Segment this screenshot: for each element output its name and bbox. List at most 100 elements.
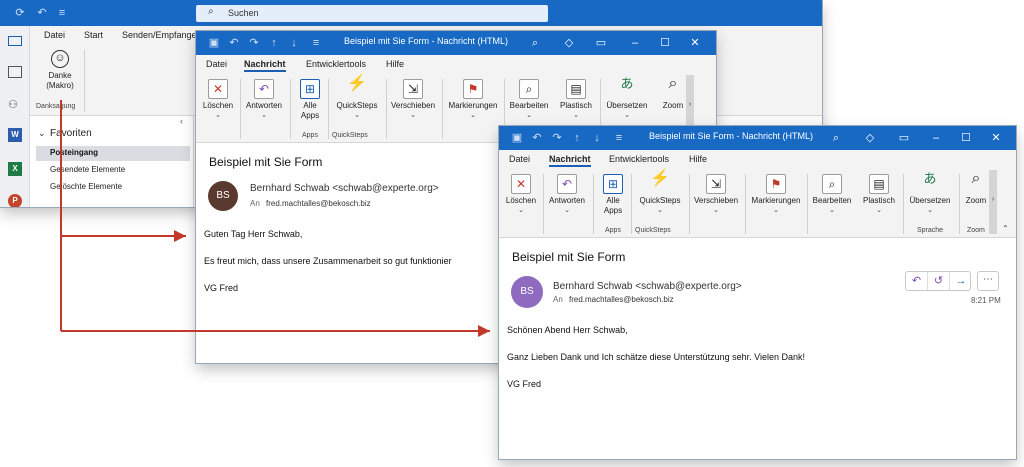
search-icon[interactable]: ⌕ [825,129,847,147]
ribbon-display-icon[interactable]: ▭ [590,34,612,52]
zoom-button[interactable]: ⌕ Zoom [961,171,991,206]
maximize-button[interactable]: ☐ [654,34,676,52]
tab-nachricht[interactable]: Nachricht [549,154,591,167]
up-arrow-icon[interactable]: ↑ [569,130,585,146]
all-apps-button[interactable]: ⊞ Alle Apps [294,79,326,121]
redo-icon[interactable]: ↷ [246,35,262,51]
to-address[interactable]: fred.machtalles@bekosch.biz [569,295,674,304]
tab-hilfe[interactable]: Hilfe [689,154,707,164]
delete-icon: ✕ [208,79,228,99]
immersive-reader-icon: ▤ [869,174,889,194]
all-apps-button[interactable]: ⊞ Alle Apps [597,174,629,216]
to-address[interactable]: fred.machtalles@bekosch.biz [266,199,371,208]
search-box[interactable]: ⌕ Suchen [196,5,548,22]
mail-icon[interactable] [8,36,22,46]
edit-button[interactable]: ⌕ Bearbeiten ⌄ [508,79,550,121]
delete-button[interactable]: ✕ Löschen ⌄ [503,174,539,216]
tab-entwicklertools[interactable]: Entwicklertools [306,59,366,69]
tags-button[interactable]: ⚑ Markierungen ⌄ [446,79,500,121]
tab-datei[interactable]: Datei [44,30,65,40]
tab-entwicklertools[interactable]: Entwicklertools [609,154,669,164]
thanks-macro-button[interactable]: ☺ Danke (Makro) [40,50,80,91]
search-icon[interactable]: ⌕ [524,34,546,52]
lightning-icon: ⚡ [650,170,670,187]
down-arrow-icon[interactable]: ↓ [589,130,605,146]
word-icon[interactable]: W [8,128,22,142]
minimize-button[interactable]: – [624,34,646,52]
sender-name[interactable]: Bernhard Schwab <schwab@experte.org> [553,281,742,292]
reply-icon[interactable]: ↶ [906,272,928,290]
collapse-pane-icon[interactable]: ‹ [180,116,183,126]
tab-start[interactable]: Start [84,30,103,40]
tab-datei[interactable]: Datei [509,154,530,164]
favorites-label[interactable]: Favoriten [50,128,92,139]
tab-hilfe[interactable]: Hilfe [386,59,404,69]
folder-sent[interactable]: Gesendete Elemente [50,165,125,174]
folder-inbox[interactable]: Posteingang [36,146,190,161]
people-icon[interactable]: ⚇ [8,98,18,111]
up-arrow-icon[interactable]: ↑ [266,35,282,51]
powerpoint-icon[interactable]: P [8,194,22,207]
edit-button[interactable]: ⌕ Bearbeiten ⌄ [811,174,853,216]
calendar-icon[interactable] [8,66,22,78]
more-actions-button[interactable]: ⋯ [977,271,999,291]
move-button[interactable]: ⇲ Verschieben ⌄ [693,174,739,216]
respond-button[interactable]: ↶ Antworten ⌄ [545,174,589,216]
front-ribbon: ✕ Löschen ⌄ ↶ Antworten ⌄ ⊞ Alle Apps Apps ⚡ Qu… [499,170,1016,238]
close-button[interactable]: ✕ [985,129,1007,147]
maximize-button[interactable]: ☐ [955,129,977,147]
immersive-button[interactable]: ▤ Plastisch ⌄ [859,174,899,216]
edit-label: Bearbeiten [509,101,549,110]
diamond-icon[interactable]: ◇ [558,34,580,52]
tab-nachricht[interactable]: Nachricht [244,59,286,72]
tags-label: Markierungen [751,196,801,205]
sync-icon[interactable]: ⟳ [12,5,28,21]
translate-button[interactable]: あ Übersetzen ⌄ [604,77,650,121]
reply-icon: ↶ [557,174,577,194]
reply-all-icon[interactable]: ↺ [928,272,950,290]
ribbon-separator [84,50,85,112]
delete-button[interactable]: ✕ Löschen ⌄ [200,79,236,121]
front-titlebar: ▣ ↶ ↷ ↑ ↓ ≡ Beispiel mit Sie Form - Nach… [499,126,1016,150]
down-arrow-icon[interactable]: ↓ [286,35,302,51]
quicksteps-label: QuickSteps [639,196,681,205]
respond-button[interactable]: ↶ Antworten ⌄ [242,79,286,121]
message-subject: Beispiel mit Sie Form [209,155,323,169]
save-icon[interactable]: ▣ [206,35,222,51]
body-line-2: Ganz Lieben Dank und Ich schätze diese U… [507,352,806,362]
mid-titlebar: ▣ ↶ ↷ ↑ ↓ ≡ Beispiel mit Sie Form - Nach… [196,31,716,55]
quicksteps-button[interactable]: ⚡ QuickSteps ⌄ [334,76,380,121]
tab-senden-empfangen[interactable]: Senden/Empfange [122,30,197,40]
favorites-chevron-icon[interactable]: ⌄ [38,128,46,139]
save-icon[interactable]: ▣ [509,130,525,146]
forward-icon[interactable]: → [950,272,972,290]
customize-toolbar-icon[interactable]: ≡ [611,130,627,146]
close-button[interactable]: ✕ [684,34,706,52]
reply-icon: ↶ [254,79,274,99]
undo-icon[interactable]: ↶ [226,35,242,51]
quicksteps-button[interactable]: ⚡ QuickSteps ⌄ [637,170,683,216]
immersive-button[interactable]: ▤ Plastisch ⌄ [556,79,596,121]
ribbon-scroll-right[interactable]: › [989,170,997,234]
collapse-ribbon-icon[interactable]: ⌃ [1002,224,1009,233]
customize-toolbar-icon[interactable]: ≡ [54,5,70,21]
redo-icon[interactable]: ↷ [549,130,565,146]
move-button[interactable]: ⇲ Verschieben ⌄ [390,79,436,121]
sender-name[interactable]: Bernhard Schwab <schwab@experte.org> [250,183,439,194]
undo-icon[interactable]: ↶ [34,5,50,21]
diamond-icon[interactable]: ◇ [859,129,881,147]
reply-actions: ↶ ↺ → [905,271,971,291]
tags-button[interactable]: ⚑ Markierungen ⌄ [749,174,803,216]
quicksteps-label: QuickSteps [336,101,378,110]
translate-button[interactable]: あ Übersetzen ⌄ [907,172,953,216]
zoom-button[interactable]: ⌕ Zoom [656,76,690,111]
minimize-button[interactable]: – [925,129,947,147]
undo-icon[interactable]: ↶ [529,130,545,146]
translate-label: Übersetzen [606,101,648,110]
customize-toolbar-icon[interactable]: ≡ [308,35,324,51]
excel-icon[interactable]: X [8,162,22,176]
tab-datei[interactable]: Datei [206,59,227,69]
ribbon-separator [689,174,690,234]
folder-deleted[interactable]: Gelöschte Elemente [50,182,122,191]
ribbon-display-icon[interactable]: ▭ [893,129,915,147]
